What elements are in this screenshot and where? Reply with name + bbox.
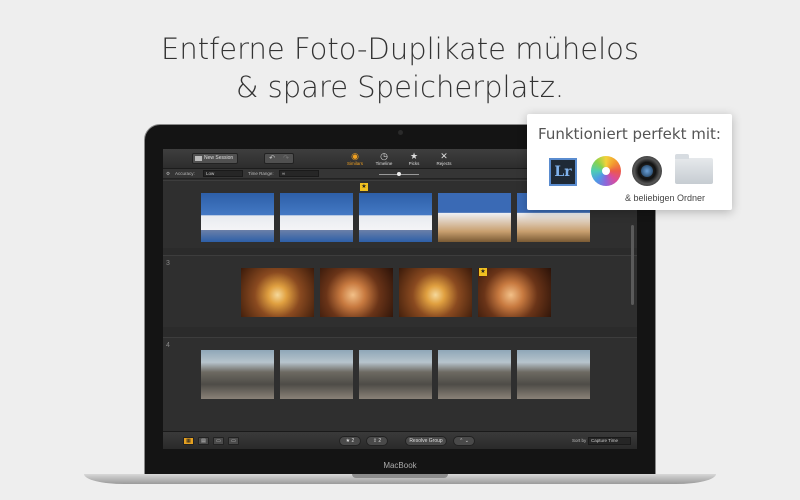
- list-view-button[interactable]: ▤: [198, 437, 209, 445]
- pick-star-icon[interactable]: ★: [360, 183, 368, 191]
- photo-thumbnail[interactable]: [201, 193, 274, 242]
- macbook-label: MacBook: [383, 461, 417, 470]
- undo-button[interactable]: ↶: [269, 154, 275, 163]
- new-session-label: New Session: [204, 155, 234, 161]
- macbook-notch: [352, 474, 448, 478]
- sort-by-label: Sort by: [572, 438, 587, 443]
- photo-thumbnail[interactable]: [438, 193, 511, 242]
- photo-thumbnail[interactable]: [241, 268, 314, 317]
- group-4: 4: [163, 337, 637, 431]
- pick-star-icon[interactable]: ★: [479, 268, 487, 276]
- accuracy-select[interactable]: Low: [203, 170, 243, 177]
- photo-thumbnail[interactable]: [320, 268, 393, 317]
- photo-thumbnail[interactable]: [280, 350, 353, 399]
- camera-icon: [398, 130, 403, 135]
- time-range-select[interactable]: ∞: [279, 170, 319, 177]
- group-3: 3 ★: [163, 255, 637, 327]
- compatibility-popup: Funktioniert perfekt mit: Lr & beliebige…: [527, 114, 732, 210]
- sort-by-select[interactable]: Capture Time: [588, 437, 631, 445]
- zoom-slider-handle[interactable]: [397, 172, 401, 176]
- group-number: 3: [166, 260, 170, 267]
- group-number: 4: [166, 342, 170, 349]
- aperture-icon: [632, 156, 662, 186]
- lightroom-icon: Lr: [549, 158, 577, 186]
- grid-view-button[interactable]: ▦: [183, 437, 194, 445]
- photo-thumbnail[interactable]: [359, 350, 432, 399]
- popup-subtitle: & beliebigen Ordner: [625, 193, 706, 203]
- accuracy-label: Accuracy:: [175, 171, 195, 176]
- photo-thumbnail[interactable]: [201, 350, 274, 399]
- bottom-bar: ▦ ▤ ▭ ▭ ★ 2 ⇪ 2 Resolve Group ⌃ ⌄ Sort b…: [163, 431, 637, 449]
- photo-thumbnail[interactable]: [478, 268, 551, 317]
- close-icon: ✕: [440, 151, 448, 161]
- time-range-label: Time Range:: [248, 171, 274, 176]
- photos-icon: [591, 156, 621, 186]
- star-icon: ★: [409, 151, 419, 161]
- compare-view-button[interactable]: ▭: [228, 437, 239, 445]
- gear-icon[interactable]: ⚙: [166, 171, 170, 177]
- tab-similars[interactable]: ◉ Similars: [344, 151, 366, 166]
- folder-icon: [675, 154, 713, 184]
- scrollbar[interactable]: [631, 225, 634, 305]
- photo-thumbnail[interactable]: [517, 350, 590, 399]
- group-nav-buttons[interactable]: ⌃ ⌄: [453, 436, 475, 446]
- tab-rejects[interactable]: ✕ Rejects: [433, 151, 455, 166]
- similars-icon: ◉: [351, 151, 359, 161]
- tab-picks[interactable]: ★ Picks: [403, 151, 425, 166]
- photo-thumbnail[interactable]: [438, 350, 511, 399]
- clock-icon: ◷: [380, 151, 388, 161]
- photo-thumbnail[interactable]: [399, 268, 472, 317]
- tab-timeline[interactable]: ◷ Timeline: [373, 151, 395, 166]
- undo-redo-group: ↶ ↷: [264, 153, 294, 164]
- headline: Entferne Foto-Duplikate mühelos & spare …: [0, 30, 800, 106]
- photo-thumbnail[interactable]: [359, 193, 432, 242]
- resolve-group-button[interactable]: Resolve Group: [405, 436, 447, 446]
- popup-title: Funktioniert perfekt mit:: [538, 125, 721, 143]
- redo-button[interactable]: ↷: [283, 154, 289, 163]
- picks-count-button[interactable]: ★ 2: [339, 436, 361, 446]
- export-count-button[interactable]: ⇪ 2: [366, 436, 388, 446]
- session-icon: [195, 156, 202, 161]
- photo-thumbnail[interactable]: [280, 193, 353, 242]
- single-view-button[interactable]: ▭: [213, 437, 224, 445]
- headline-line-2: & spare Speicherplatz.: [235, 70, 565, 104]
- new-session-button[interactable]: New Session: [192, 153, 238, 164]
- headline-line-1: Entferne Foto-Duplikate mühelos: [161, 32, 639, 66]
